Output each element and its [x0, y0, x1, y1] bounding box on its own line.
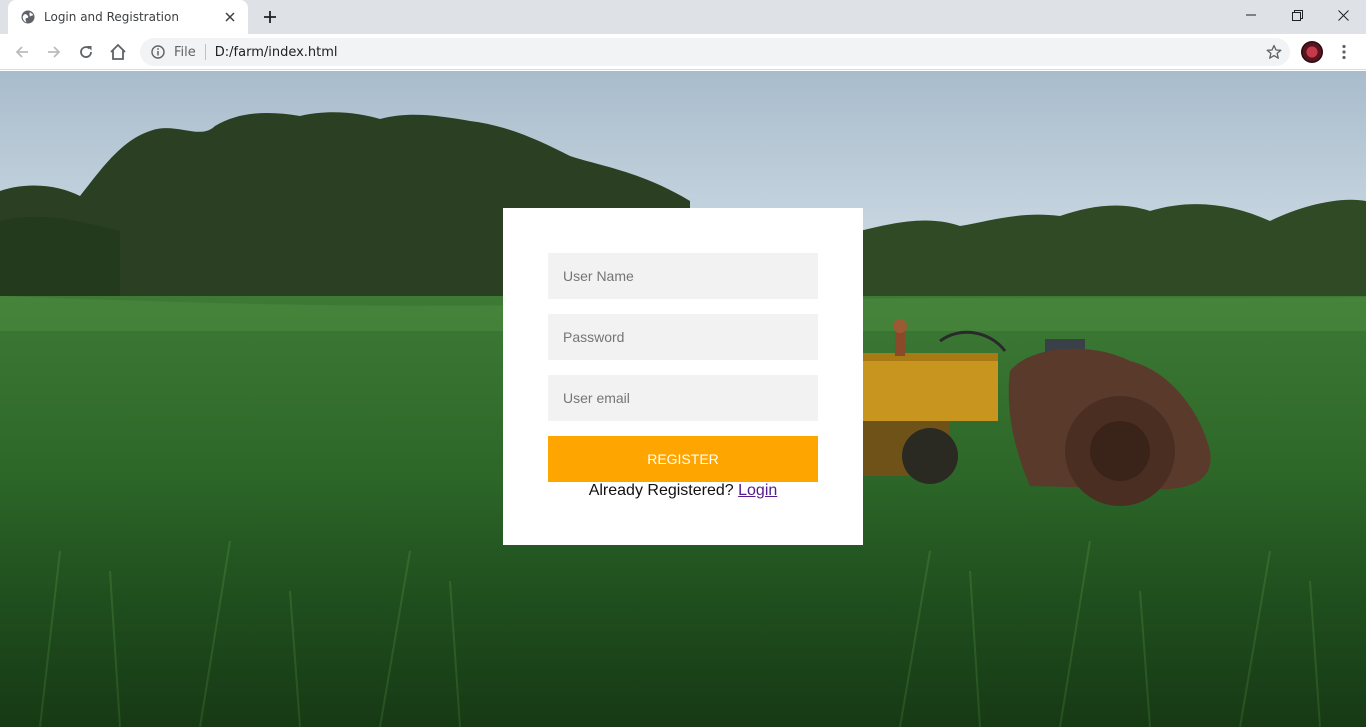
tab-strip: Login and Registration: [0, 0, 1366, 34]
browser-tab[interactable]: Login and Registration: [8, 0, 248, 34]
tab-title: Login and Registration: [44, 10, 179, 24]
browser-menu-button[interactable]: [1334, 38, 1354, 66]
url-text[interactable]: D:/farm/index.html: [215, 45, 338, 60]
restore-button[interactable]: [1274, 0, 1320, 30]
page-viewport: REGISTER Already Registered? Login: [0, 71, 1366, 727]
globe-icon: [20, 9, 36, 25]
username-input[interactable]: [548, 253, 818, 299]
omnibox-divider: [204, 44, 206, 60]
star-icon[interactable]: [1266, 44, 1282, 60]
close-icon[interactable]: [222, 9, 238, 25]
address-bar[interactable]: File D:/farm/index.html: [140, 38, 1290, 66]
restore-icon: [1291, 9, 1303, 21]
login-link[interactable]: Login: [738, 482, 777, 499]
kebab-menu-icon: [1342, 44, 1346, 60]
reload-button[interactable]: [72, 38, 100, 66]
info-icon[interactable]: [150, 44, 166, 60]
close-icon: [1337, 9, 1349, 21]
password-input[interactable]: [548, 314, 818, 360]
register-button[interactable]: REGISTER: [548, 436, 818, 482]
back-button[interactable]: [8, 38, 36, 66]
reload-icon: [80, 46, 92, 58]
home-icon: [110, 43, 126, 60]
home-button[interactable]: [104, 38, 132, 66]
plus-icon: [264, 11, 276, 23]
forward-arrow-icon: [48, 46, 61, 58]
new-tab-button[interactable]: [258, 6, 282, 28]
register-form: REGISTER Already Registered? Login: [503, 208, 863, 545]
login-prompt: Already Registered? Login: [503, 482, 863, 500]
url-scheme: File: [174, 44, 196, 60]
window-controls: [1228, 0, 1366, 30]
back-arrow-icon: [15, 46, 28, 58]
close-window-button[interactable]: [1320, 0, 1366, 30]
email-input[interactable]: [548, 375, 818, 421]
minimize-icon: [1246, 14, 1256, 16]
minimize-button[interactable]: [1228, 0, 1274, 30]
forward-button[interactable]: [40, 38, 68, 66]
browser-toolbar: File D:/farm/index.html: [0, 34, 1366, 70]
already-registered-text: Already Registered?: [588, 482, 734, 499]
profile-avatar[interactable]: [1301, 41, 1323, 63]
